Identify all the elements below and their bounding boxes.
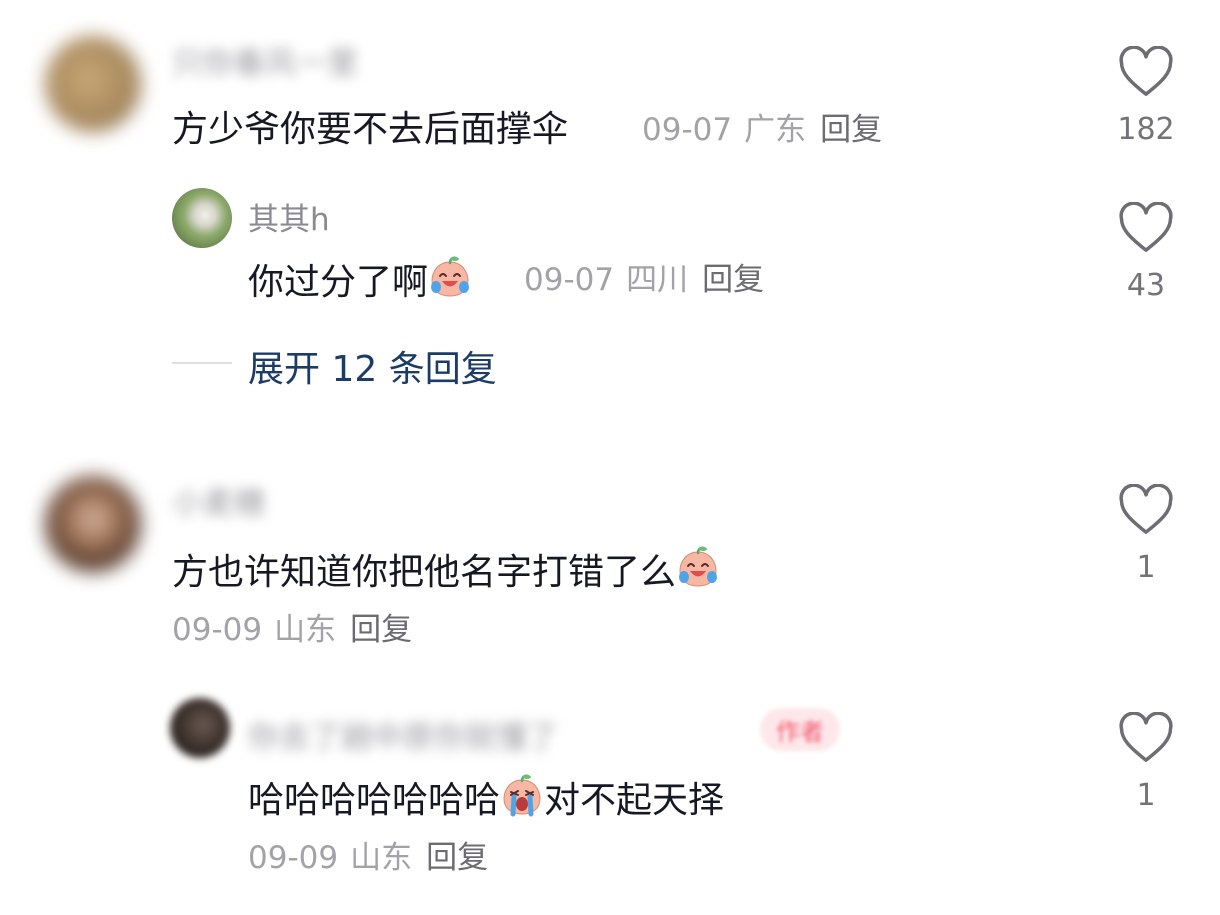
comment-date: 09-07	[524, 262, 615, 298]
heart-outline-icon[interactable]	[1118, 46, 1174, 98]
username[interactable]: 只你春风一里	[172, 38, 358, 83]
heart-outline-icon[interactable]	[1118, 202, 1174, 254]
reply-button[interactable]: 回复	[820, 112, 882, 148]
comment-meta: 09-07 四川 回复	[524, 260, 764, 300]
like-count: 1	[1136, 550, 1156, 585]
comment-date: 09-09	[248, 840, 339, 876]
comment-text-content: 方也许知道你把他名字打错了么	[172, 552, 677, 593]
reply-button[interactable]: 回复	[426, 840, 488, 876]
laugh-cry-emoji-icon	[679, 546, 718, 587]
comment-region: 四川	[626, 262, 689, 298]
comment-text: 哈哈哈哈哈哈哈 对不起天择	[248, 774, 724, 823]
author-badge: 作者	[760, 708, 840, 751]
laugh-cry-emoji-icon	[431, 256, 470, 297]
divider	[172, 362, 232, 364]
comment-meta: 09-09 山东 回复	[248, 838, 488, 878]
expand-replies-button[interactable]: 展开 12 条回复	[248, 340, 497, 392]
comment-text: 你过分了啊	[248, 256, 472, 305]
comment-date: 09-09	[172, 612, 263, 648]
comment-meta: 09-09 山东 回复	[172, 610, 412, 650]
comment-region: 山东	[274, 612, 337, 648]
heart-outline-icon[interactable]	[1118, 484, 1174, 536]
reply-button[interactable]: 回复	[702, 262, 764, 298]
like-count: 182	[1117, 112, 1175, 147]
heart-outline-icon[interactable]	[1118, 712, 1174, 764]
comment-text-content: 哈哈哈哈哈哈哈	[248, 780, 501, 821]
avatar[interactable]	[172, 188, 232, 248]
like-count: 43	[1126, 268, 1166, 303]
avatar[interactable]	[45, 476, 141, 572]
reply-button[interactable]: 回复	[350, 612, 412, 648]
comment-text: 方也许知道你把他名字打错了么	[172, 546, 720, 595]
username[interactable]: 小麦穗	[172, 478, 265, 523]
comment-meta: 09-07 广东 回复	[642, 110, 882, 150]
username[interactable]: 其其h	[248, 194, 330, 239]
comment-text-content: 对不起天择	[544, 780, 725, 821]
comment-date: 09-07	[642, 112, 733, 148]
comment-region: 山东	[350, 840, 413, 876]
comment-text: 方少爷你要不去后面撑伞	[172, 109, 569, 150]
comment-region: 广东	[744, 112, 807, 148]
avatar[interactable]	[45, 36, 141, 132]
username[interactable]: 你去了趟中原你就懂了	[248, 712, 558, 757]
crying-emoji-icon	[503, 774, 541, 817]
like-count: 1	[1136, 778, 1156, 813]
avatar[interactable]	[170, 698, 230, 758]
comment-text-content: 你过分了啊	[248, 262, 429, 303]
